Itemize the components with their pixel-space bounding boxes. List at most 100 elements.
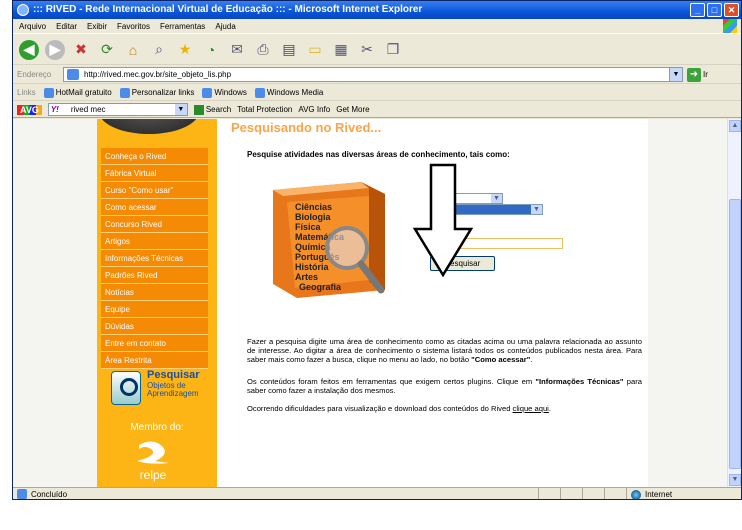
status-panels (538, 488, 626, 499)
membro-label: Membro do: (130, 422, 184, 433)
standard-toolbar: ◀ ▶ ✖ ⟳ ⌂ ⌕ ★ ◔ ✉ ⎙ ▤ ▭ ▦ ✂ ❐ (13, 35, 741, 65)
ie-window: ::: RIVED - Rede Internacional Virtual d… (12, 0, 742, 500)
sidebar-item-duvidas[interactable]: Dúvidas (101, 318, 208, 335)
sidebar-item-contato[interactable]: Entre em contato (101, 335, 208, 352)
status-bar: Concluído Internet (13, 487, 741, 499)
scroll-down-icon[interactable]: ▼ (729, 474, 741, 486)
como-acessar-link[interactable]: "Como acessar" (471, 355, 530, 364)
pesquisar-objetos-link[interactable]: Pesquisar Objetos de Aprendizagem (111, 369, 211, 409)
cut-icon[interactable]: ✂ (357, 40, 377, 60)
menu-exibir[interactable]: Exibir (87, 19, 107, 33)
home-icon[interactable]: ⌂ (123, 40, 143, 60)
relpe-logo[interactable]: relpe (129, 439, 177, 483)
get-more-link[interactable]: Get More (336, 105, 369, 114)
para2-text: Os conteúdos foram feitos em ferramentas… (247, 377, 533, 386)
site-sidebar: Conheça o Rived Fábrica Virtual Curso "C… (97, 119, 217, 487)
down-arrow-icon (413, 163, 473, 278)
address-bar: Endereço http://rived.mec.gov.br/site_ob… (13, 66, 741, 84)
menu-editar[interactable]: Editar (56, 19, 77, 33)
avg-search-button[interactable]: Search (193, 104, 231, 115)
scroll-up-icon[interactable]: ▲ (729, 120, 741, 132)
copy-icon[interactable]: ❐ (383, 40, 403, 60)
pesquisar-subtitle: Objetos de Aprendizagem (147, 381, 199, 398)
clique-aqui-link[interactable]: clique aqui (513, 404, 549, 413)
menu-favoritos[interactable]: Favoritos (117, 19, 150, 33)
sidebar-item-restrita[interactable]: Área Restrita (101, 352, 208, 369)
back-icon[interactable]: ◀ (19, 39, 39, 60)
magnifier-icon (111, 371, 141, 405)
para3-text: Ocorrendo dificuldades para visualização… (247, 404, 511, 413)
page-icon (67, 69, 79, 80)
address-dropdown-icon[interactable]: ▼ (669, 68, 682, 81)
maximize-button[interactable]: □ (707, 3, 722, 17)
link-label: HotMail gratuito (55, 88, 112, 97)
security-zone: Internet (626, 488, 731, 499)
para1-text: Fazer a pesquisa digite uma área de conh… (247, 337, 642, 364)
subject-biologia: Biologia (295, 212, 331, 222)
sidebar-item-curso[interactable]: Curso "Como usar" (101, 182, 208, 199)
forward-icon[interactable]: ▶ (45, 39, 65, 60)
favorites-icon[interactable]: ★ (175, 40, 195, 60)
print-icon[interactable]: ⎙ (253, 40, 273, 60)
status-text: Concluído (31, 489, 68, 499)
sidebar-item-noticias[interactable]: Notícias (101, 284, 208, 301)
total-protection-link[interactable]: Total Protection (237, 105, 292, 114)
sidebar-item-como-acessar[interactable]: Como acessar (101, 199, 208, 216)
minimize-button[interactable]: _ (690, 3, 705, 17)
stop-icon[interactable]: ✖ (71, 40, 91, 60)
search-icon[interactable]: ⌕ (149, 40, 169, 60)
menu-ferramentas[interactable]: Ferramentas (160, 19, 205, 33)
subject-artes: Artes (295, 272, 318, 282)
go-button[interactable]: Ir (703, 70, 708, 79)
search-dropdown-icon[interactable]: ▼ (174, 104, 187, 115)
chevron-down-icon: ▼ (531, 205, 542, 214)
sidebar-item-fabrica[interactable]: Fábrica Virtual (101, 165, 208, 182)
sidebar-item-equipe[interactable]: Equipe (101, 301, 208, 318)
search-input-value: rived mec (70, 105, 106, 114)
sidebar-item-padroes[interactable]: Padrões Rived (101, 267, 208, 284)
edit-icon[interactable]: ▤ (279, 40, 299, 60)
link-label: Windows Media (266, 88, 324, 97)
research-icon[interactable]: ▦ (331, 40, 351, 60)
page-icon (43, 87, 54, 98)
history-icon[interactable]: ◔ (201, 40, 221, 60)
link-label: Personalizar links (131, 88, 195, 97)
page-icon (119, 87, 130, 98)
link-windows-media[interactable]: Windows Media (254, 87, 324, 98)
vertical-scrollbar[interactable]: ▲ ▼ (727, 119, 741, 487)
close-button[interactable]: ✕ (724, 3, 739, 17)
link-hotmail[interactable]: HotMail gratuito (43, 87, 112, 98)
sidebar-item-artigos[interactable]: Artigos (101, 233, 208, 250)
search-arrow-icon (193, 104, 204, 115)
link-label: Windows (214, 88, 247, 97)
mail-icon[interactable]: ✉ (227, 40, 247, 60)
help-paragraph-2: Os conteúdos foram feitos em ferramentas… (247, 377, 642, 395)
refresh-icon[interactable]: ⟳ (97, 40, 117, 60)
ie-icon (17, 4, 29, 16)
menu-ajuda[interactable]: Ajuda (215, 19, 235, 33)
link-windows[interactable]: Windows (202, 87, 247, 98)
help-paragraph-3: Ocorrendo dificuldades para visualização… (247, 404, 642, 413)
sidebar-item-conheca[interactable]: Conheça o Rived (101, 148, 208, 165)
window-title: ::: RIVED - Rede Internacional Virtual d… (33, 4, 423, 15)
avg-logo[interactable]: AVG (17, 104, 42, 115)
address-input[interactable]: http://rived.mec.gov.br/site_objeto_lis.… (63, 67, 683, 82)
title-bar: ::: RIVED - Rede Internacional Virtual d… (13, 1, 741, 19)
help-paragraph-1: Fazer a pesquisa digite uma área de conh… (247, 337, 642, 364)
sidebar-item-informacoes[interactable]: Informações Técnicas (101, 250, 208, 267)
go-arrow-icon[interactable]: ➜ (687, 67, 701, 82)
informacoes-tecnicas-link[interactable]: "Informações Técnicas" (535, 377, 623, 386)
avg-search-input[interactable]: Y! rived mec ▼ (47, 103, 188, 116)
address-url: http://rived.mec.gov.br/site_objeto_lis.… (84, 70, 232, 79)
menu-arquivo[interactable]: Arquivo (19, 19, 46, 33)
avg-info-link[interactable]: AVG Info (298, 105, 330, 114)
para3-end: . (548, 404, 551, 413)
windows-logo-icon (723, 19, 737, 33)
folder-icon[interactable]: ▭ (305, 40, 325, 60)
page-title: Pesquisando no Rived... (231, 120, 382, 135)
intro-text: Pesquise atividades nas diversas áreas d… (247, 150, 510, 159)
page-margin-right (648, 119, 729, 487)
link-personalizar[interactable]: Personalizar links (119, 87, 195, 98)
scroll-thumb[interactable] (729, 199, 741, 469)
sidebar-item-concurso[interactable]: Concurso Rived (101, 216, 208, 233)
